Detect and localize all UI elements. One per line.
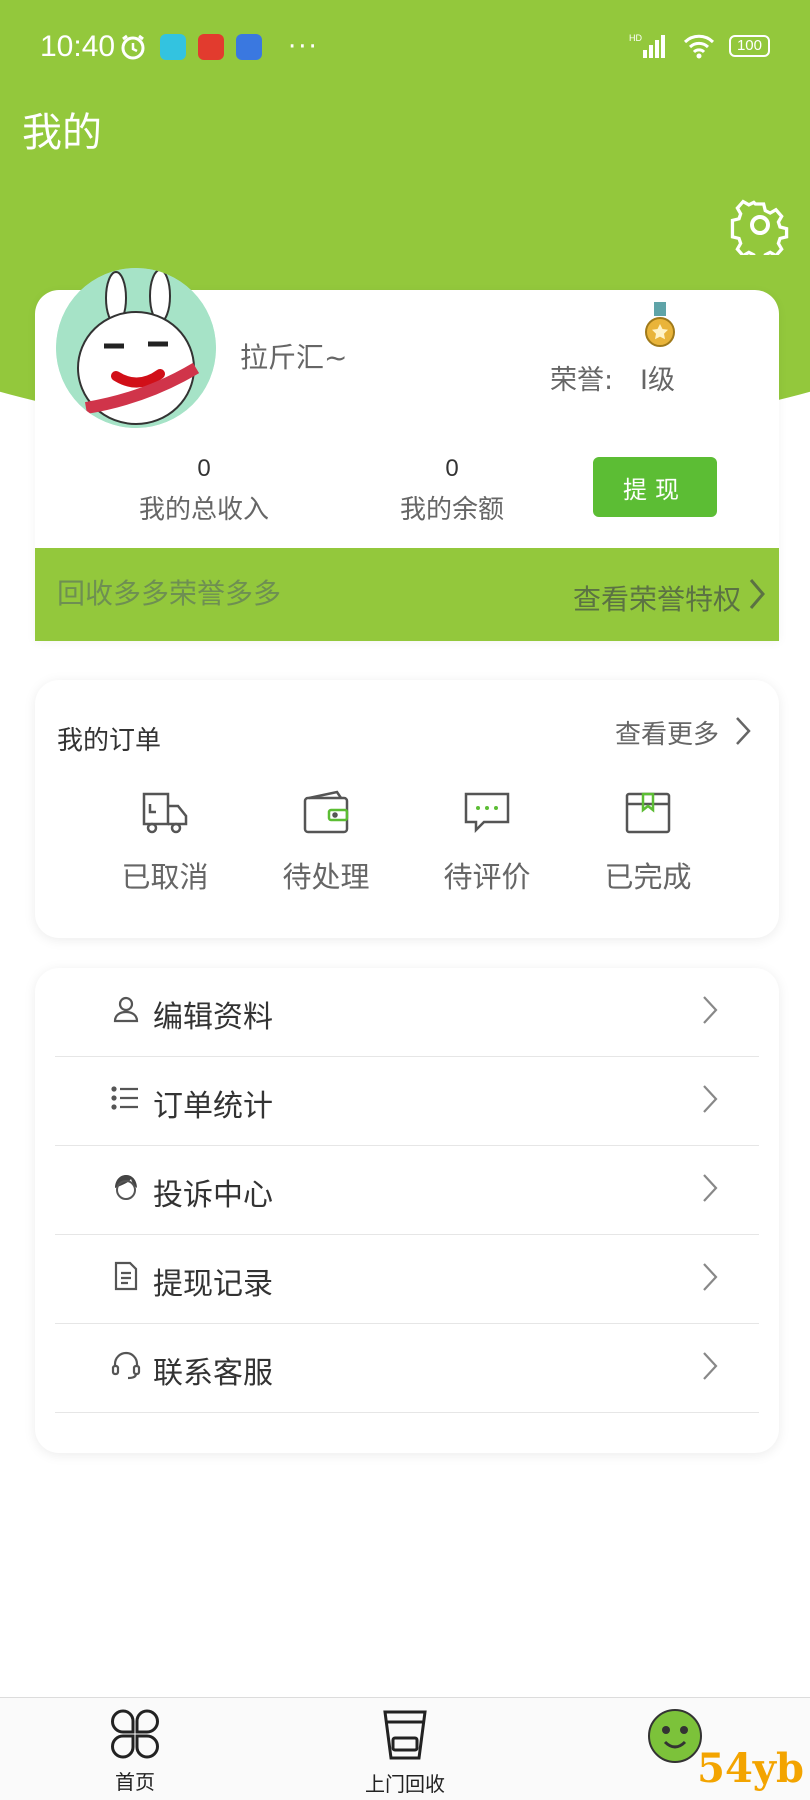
- menu-item-withdraw-records[interactable]: 提现记录: [55, 1235, 759, 1324]
- order-status-completed[interactable]: 已完成: [588, 790, 708, 896]
- menu-item-label: 投诉中心: [153, 1178, 273, 1213]
- orders-card: 我的订单 查看更多 已取消 待处理 待评价 已完成: [35, 680, 779, 938]
- chevron-right-icon: [703, 1352, 718, 1380]
- bottom-nav: 首页 上门回收 我的: [0, 1697, 810, 1800]
- honor-privileges-link[interactable]: 查看荣誉特权: [573, 578, 741, 618]
- nav-item-home[interactable]: 首页: [75, 1708, 195, 1795]
- honor-level: Ⅰ级: [640, 365, 675, 396]
- menu-item-customer-service[interactable]: 联系客服: [55, 1324, 759, 1413]
- chevron-right-icon: [703, 1174, 718, 1202]
- box-icon: [625, 792, 671, 834]
- signal-icon: HD: [629, 33, 665, 58]
- honor-banner[interactable]: 回收多多荣誉多多 查看荣誉特权: [35, 548, 779, 641]
- watermark-logo: 54yb: [697, 1745, 804, 1792]
- recycle-bin-icon: [383, 1710, 427, 1760]
- truck-icon: [142, 792, 188, 834]
- menu-item-complaints[interactable]: 投诉中心: [55, 1146, 759, 1235]
- chat-icon: [464, 792, 510, 834]
- settings-gear-icon[interactable]: [730, 195, 790, 255]
- order-status-label: 已取消: [121, 860, 209, 894]
- status-time: 10:40: [40, 30, 116, 63]
- network-label: HD: [629, 33, 642, 43]
- app-notification-icon: [236, 34, 262, 60]
- nav-item-label: 首页: [115, 1770, 155, 1794]
- mascot-icon: [648, 1709, 702, 1763]
- menu-item-label: 编辑资料: [153, 1000, 273, 1035]
- balance-value: 0: [445, 455, 459, 482]
- menu-item-label: 联系客服: [153, 1356, 273, 1391]
- order-status-label: 待处理: [282, 860, 370, 894]
- menu-item-label: 订单统计: [153, 1089, 273, 1124]
- chevron-right-icon: [703, 1085, 718, 1113]
- more-notifications-icon: ···: [288, 32, 319, 62]
- username: 拉斤汇~: [240, 341, 348, 374]
- battery-icon: 100: [728, 35, 770, 57]
- order-status-cancelled[interactable]: 已取消: [105, 790, 225, 896]
- app-notification-icon: [198, 34, 224, 60]
- notification-icons: ···: [118, 32, 319, 62]
- total-income-value: 0: [197, 455, 211, 482]
- alarm-icon: [121, 34, 145, 60]
- menu-item-edit-profile[interactable]: 编辑资料: [55, 968, 759, 1057]
- avatar[interactable]: [56, 268, 216, 428]
- nav-item-recycle[interactable]: 上门回收: [345, 1708, 465, 1797]
- chevron-right-icon: [703, 1263, 718, 1291]
- total-income-label: 我的总收入: [138, 495, 269, 525]
- avatar-image: [56, 268, 216, 428]
- order-status-label: 已完成: [604, 860, 692, 894]
- app-notification-icon: [160, 34, 186, 60]
- honor-label: 荣誉:: [550, 365, 614, 396]
- balance-stat[interactable]: 0 我的余额: [352, 455, 552, 526]
- withdraw-button[interactable]: 提现: [593, 457, 717, 517]
- chevron-right-icon: [749, 579, 765, 609]
- wallet-icon: [303, 790, 349, 834]
- balance-label: 我的余额: [399, 495, 504, 525]
- system-icons: HD 100: [629, 32, 770, 60]
- support-agent-icon: [115, 1175, 137, 1200]
- order-status-pending[interactable]: 待处理: [266, 790, 386, 896]
- page-title: 我的: [22, 110, 102, 156]
- medal-icon: [645, 302, 675, 347]
- order-status-to-review[interactable]: 待评价: [427, 790, 547, 896]
- nav-item-label: 上门回收: [365, 1772, 445, 1796]
- total-income-stat[interactable]: 0 我的总收入: [104, 455, 304, 526]
- order-status-label: 待评价: [443, 860, 531, 894]
- menu-item-order-stats[interactable]: 订单统计: [55, 1057, 759, 1146]
- document-icon: [114, 1261, 138, 1291]
- wifi-icon: [683, 34, 715, 59]
- home-grid-icon: [111, 1709, 159, 1759]
- chevron-right-icon: [703, 996, 718, 1024]
- status-bar: 10:40 ··· HD 100: [0, 0, 810, 92]
- menu-item-label: 提现记录: [153, 1267, 273, 1302]
- list-icon: [111, 1086, 138, 1110]
- menu-card: 编辑资料 订单统计 投诉中心 提现记录 联系客服: [35, 968, 779, 1453]
- user-icon: [113, 996, 139, 1023]
- orders-title: 我的订单: [57, 726, 162, 756]
- orders-more-link[interactable]: 查看更多: [615, 714, 719, 751]
- honor-slogan: 回收多多荣誉多多: [57, 577, 282, 610]
- chevron-right-icon: [736, 717, 751, 745]
- headset-icon: [111, 1351, 141, 1380]
